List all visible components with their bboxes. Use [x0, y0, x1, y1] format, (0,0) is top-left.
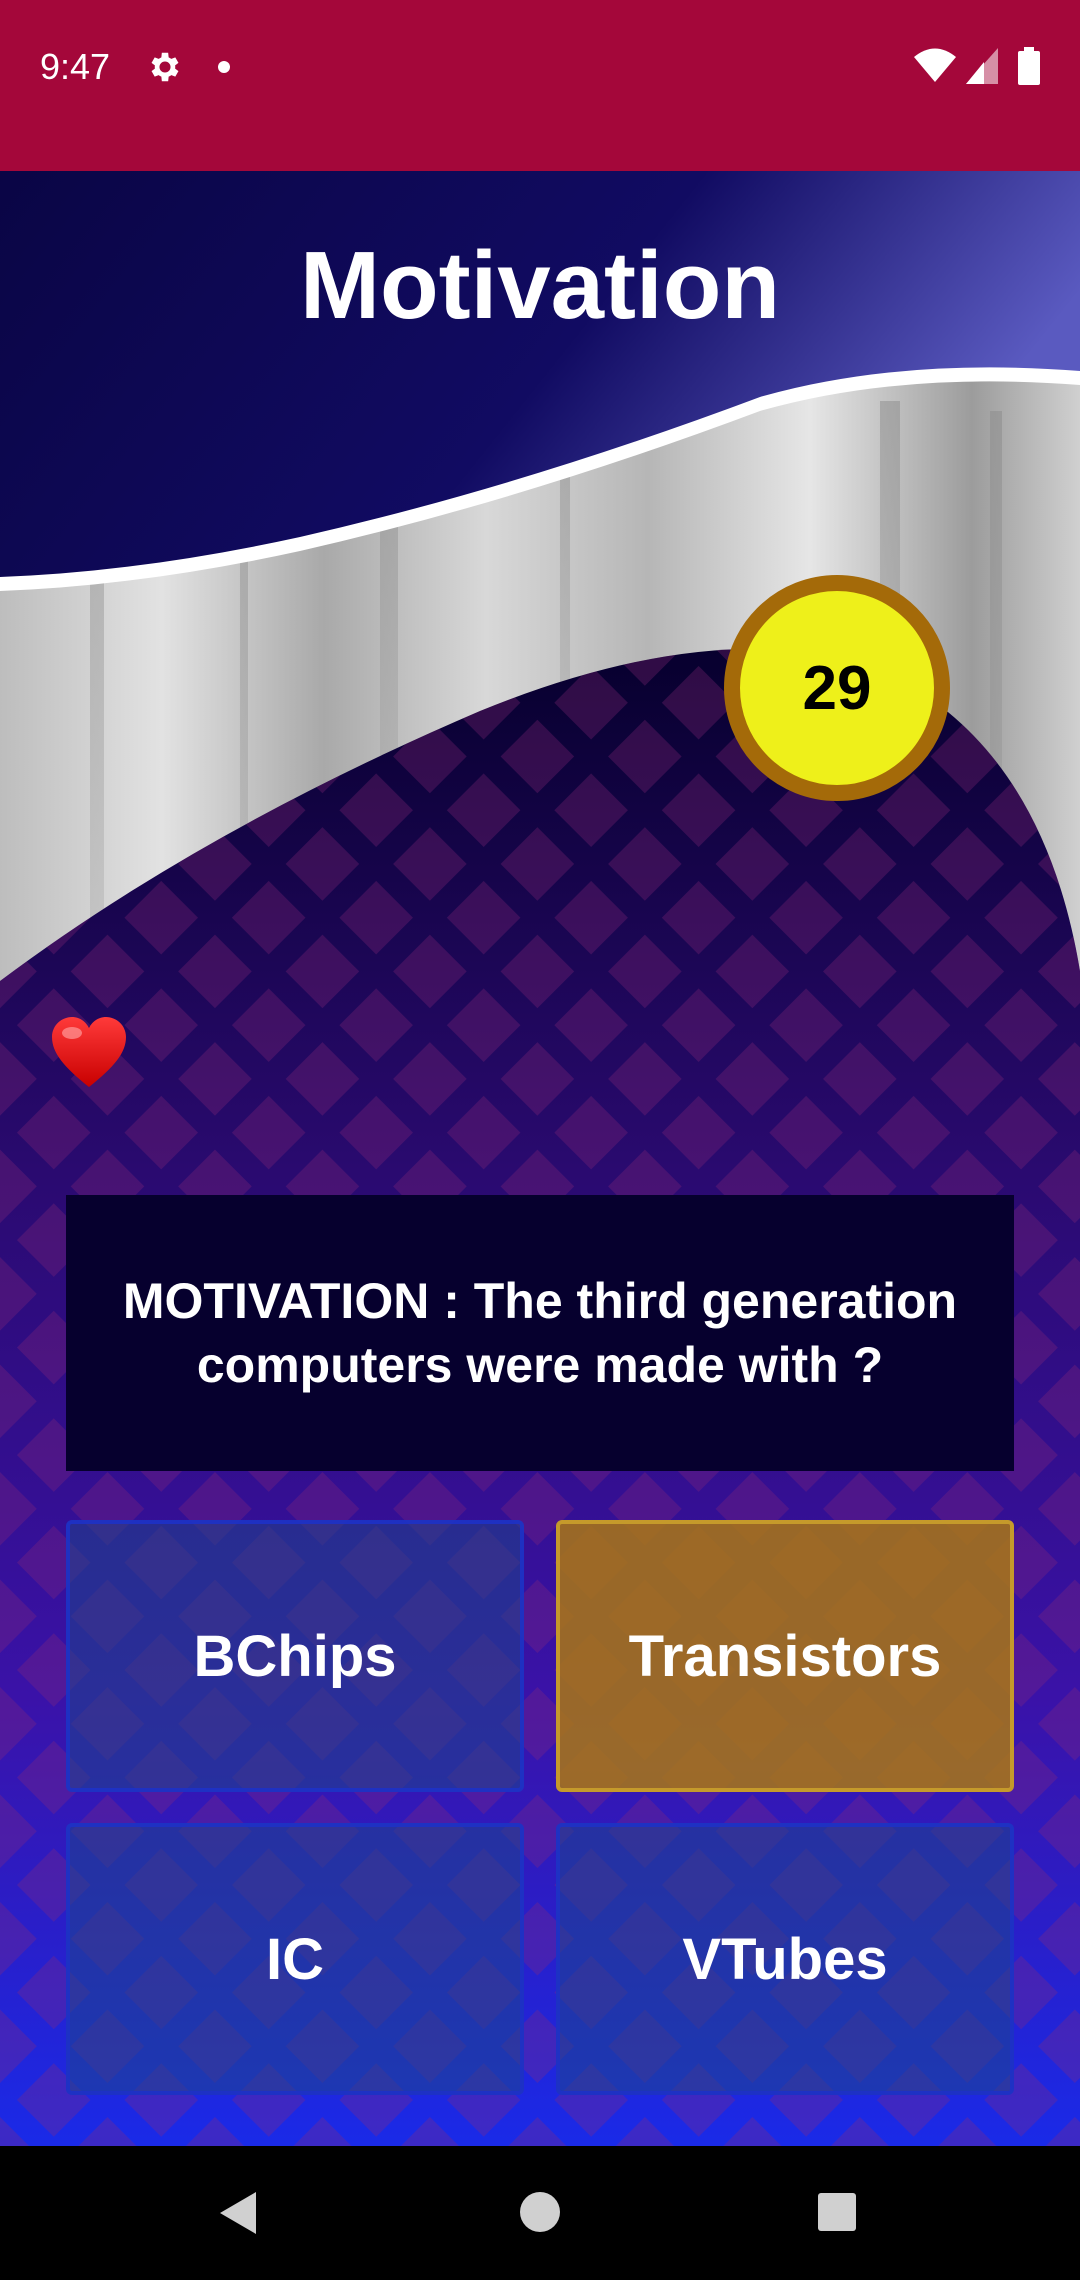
answer-button-d[interactable]: VTubes	[556, 1823, 1014, 2095]
gear-icon	[151, 52, 179, 82]
answer-label: VTubes	[682, 1926, 888, 1992]
answer-button-a[interactable]: BChips	[66, 1520, 524, 1792]
recents-icon[interactable]	[817, 2192, 857, 2232]
countdown-timer: 29	[724, 575, 950, 801]
heart-icon	[52, 1017, 126, 1087]
wifi-icon	[914, 48, 956, 82]
status-time: 9:47	[40, 46, 111, 87]
question-text: MOTIVATION : The third generation comput…	[122, 1273, 958, 1393]
page-title: Motivation	[300, 232, 780, 339]
timer-value: 29	[802, 653, 872, 723]
answer-button-b[interactable]: Transistors	[556, 1520, 1014, 1792]
home-icon[interactable]	[519, 2191, 561, 2233]
signal-icon	[966, 48, 998, 84]
game-screen: Motivation 29 MOTIVATION : The third gen…	[0, 171, 1080, 2146]
answer-label: BChips	[193, 1623, 397, 1689]
question-box: MOTIVATION : The third generation comput…	[66, 1195, 1014, 1471]
back-icon[interactable]	[218, 2190, 258, 2236]
answer-button-c[interactable]: IC	[66, 1823, 524, 2095]
notification-dot-icon	[218, 61, 230, 73]
battery-icon	[1018, 47, 1040, 85]
navigation-bar	[0, 2146, 1080, 2280]
answer-label: Transistors	[628, 1623, 942, 1689]
status-bar: 9:47	[0, 0, 1080, 171]
answer-label: IC	[266, 1926, 324, 1992]
